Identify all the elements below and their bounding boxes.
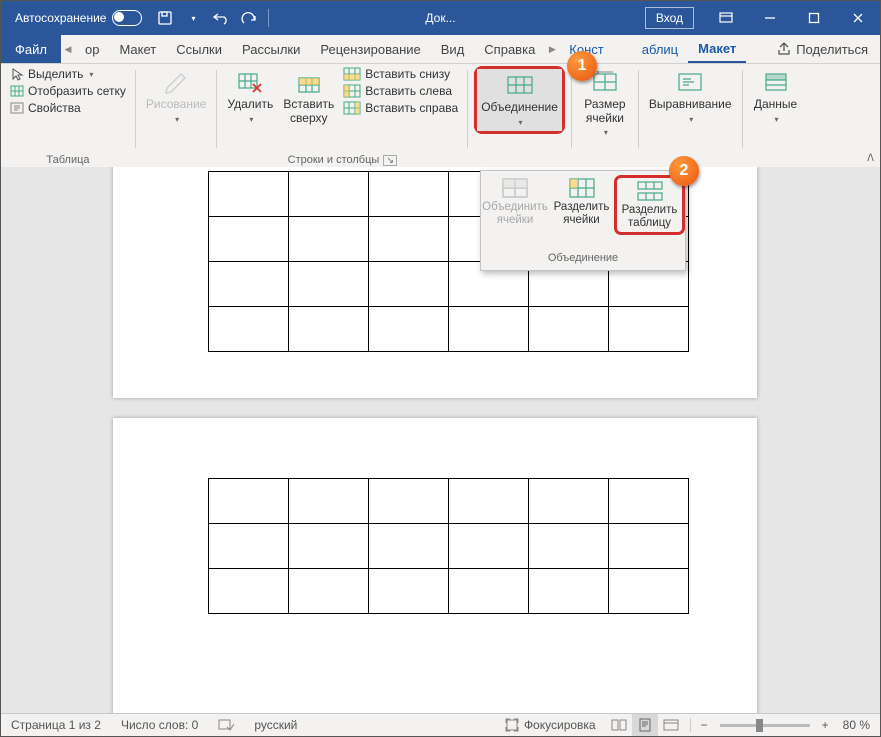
redo-icon[interactable] xyxy=(240,9,258,27)
save-icon[interactable] xyxy=(156,9,174,27)
insert-right-button[interactable]: Вставить справа xyxy=(340,100,461,116)
share-label: Поделиться xyxy=(796,42,868,57)
login-button[interactable]: Вход xyxy=(645,7,694,29)
split-cells-button[interactable]: Разделить ячейки xyxy=(549,175,614,229)
grid-icon xyxy=(10,84,24,98)
autosave-label: Автосохранение xyxy=(15,11,106,25)
zoom-slider[interactable] xyxy=(720,724,810,727)
data-button[interactable]: Данные▾ xyxy=(749,66,803,128)
alignment-icon xyxy=(676,71,704,93)
merge-icon xyxy=(506,75,534,95)
tab-review[interactable]: Рецензирование xyxy=(310,35,430,63)
undo-icon[interactable] xyxy=(212,9,230,27)
document-title: Док... xyxy=(425,11,455,25)
callout-1: 1 xyxy=(567,51,597,81)
alignment-button[interactable]: Выравнивание▾ xyxy=(645,66,736,128)
zoom-out-button[interactable]: − xyxy=(697,718,712,732)
view-gridlines-button[interactable]: Отобразить сетку xyxy=(7,83,129,99)
group-draw: Рисование▾ xyxy=(136,64,216,168)
tab-table-layout[interactable]: Макет xyxy=(688,35,746,63)
toggle-off-icon xyxy=(112,10,142,26)
table-delete-icon xyxy=(237,70,263,94)
merge-cells-button: Объединить ячейки xyxy=(481,175,549,229)
statusbar: Страница 1 из 2 Число слов: 0 русский Фо… xyxy=(1,713,880,736)
status-words[interactable]: Число слов: 0 xyxy=(111,718,208,732)
status-language[interactable]: русский xyxy=(244,718,307,732)
titlebar: Автосохранение ▾ Док... Вход xyxy=(1,1,880,35)
merge-cells-icon xyxy=(501,177,529,199)
tab-home-partial[interactable]: ор xyxy=(75,35,109,63)
select-button[interactable]: Выделить▾ xyxy=(7,66,129,82)
ribbon: Выделить▾ Отобразить сетку Свойства Табл… xyxy=(1,64,880,169)
autosave-toggle[interactable]: Автосохранение xyxy=(1,10,142,26)
group-data: Данные▾ xyxy=(743,64,809,168)
insert-below-button[interactable]: Вставить снизу xyxy=(340,66,461,82)
group-table: Выделить▾ Отобразить сетку Свойства Табл… xyxy=(1,64,135,168)
group-label-table: Таблица xyxy=(7,152,129,168)
focus-mode-button[interactable]: Фокусировка xyxy=(495,718,606,732)
popup-label: Объединение xyxy=(481,252,685,270)
delete-button[interactable]: Удалить▾ xyxy=(223,66,277,128)
callout-2: 2 xyxy=(669,156,699,186)
tab-file[interactable]: Файл xyxy=(1,35,61,63)
share-button[interactable]: Поделиться xyxy=(765,35,880,63)
group-alignment: Выравнивание▾ xyxy=(639,64,742,168)
tab-references[interactable]: Ссылки xyxy=(166,35,232,63)
merge-dropdown-popup: Объединить ячейки Разделить ячейки Разде… xyxy=(480,170,686,271)
tab-help[interactable]: Справка xyxy=(474,35,545,63)
group-label-rows-cols: Строки и столбцы↘ xyxy=(223,152,461,168)
split-cells-icon xyxy=(568,177,596,199)
document-area[interactable] xyxy=(1,167,880,714)
ribbon-display-icon[interactable] xyxy=(704,1,748,35)
share-icon xyxy=(777,42,791,56)
group-rows-cols: Удалить▾ Вставить сверху Вставить снизу … xyxy=(217,64,467,168)
insert-above-icon xyxy=(296,70,322,94)
page-2 xyxy=(113,418,757,714)
web-layout-icon[interactable] xyxy=(658,714,684,736)
collapse-ribbon-icon[interactable]: ᐱ xyxy=(867,153,874,164)
tab-table-design-partial2[interactable]: аблиц xyxy=(632,35,688,63)
minimize-icon[interactable] xyxy=(748,1,792,35)
quick-access-toolbar: ▾ xyxy=(156,9,269,27)
insert-above-button[interactable]: Вставить сверху xyxy=(279,66,338,128)
properties-button[interactable]: Свойства xyxy=(7,100,129,116)
cell-size-icon xyxy=(591,71,619,93)
zoom-level[interactable]: 80 % xyxy=(833,718,880,732)
tab-mailings[interactable]: Рассылки xyxy=(232,35,310,63)
insert-right-icon xyxy=(343,101,361,115)
focus-icon xyxy=(505,718,519,732)
maximize-icon[interactable] xyxy=(792,1,836,35)
zoom-in-button[interactable]: + xyxy=(818,718,833,732)
group-merge: Объединение▾ xyxy=(468,64,571,168)
split-table-icon xyxy=(636,180,664,202)
table-2[interactable] xyxy=(208,478,689,614)
tab-scroll-left-icon[interactable]: ◀ xyxy=(61,35,75,63)
pencil-icon xyxy=(163,70,189,94)
chevron-down-icon[interactable]: ▾ xyxy=(184,9,202,27)
status-page[interactable]: Страница 1 из 2 xyxy=(1,718,111,732)
tab-layout[interactable]: Макет xyxy=(109,35,166,63)
cursor-icon xyxy=(10,67,24,81)
print-layout-icon[interactable] xyxy=(632,714,658,736)
tab-view[interactable]: Вид xyxy=(431,35,475,63)
tab-scroll-right-icon[interactable]: ▶ xyxy=(545,35,559,63)
merge-dropdown-button[interactable]: Объединение▾ xyxy=(477,69,562,131)
insert-left-button[interactable]: Вставить слева xyxy=(340,83,461,99)
insert-below-icon xyxy=(343,67,361,81)
draw-button[interactable]: Рисование▾ xyxy=(142,66,210,128)
ribbon-tabs: Файл ◀ ор Макет Ссылки Рассылки Рецензир… xyxy=(1,35,880,64)
read-mode-icon[interactable] xyxy=(606,714,632,736)
data-icon xyxy=(763,71,789,93)
split-table-button[interactable]: Разделить таблицу xyxy=(614,175,685,235)
properties-icon xyxy=(10,101,24,115)
close-icon[interactable] xyxy=(836,1,880,35)
insert-left-icon xyxy=(343,84,361,98)
status-spellcheck-icon[interactable] xyxy=(208,718,244,732)
